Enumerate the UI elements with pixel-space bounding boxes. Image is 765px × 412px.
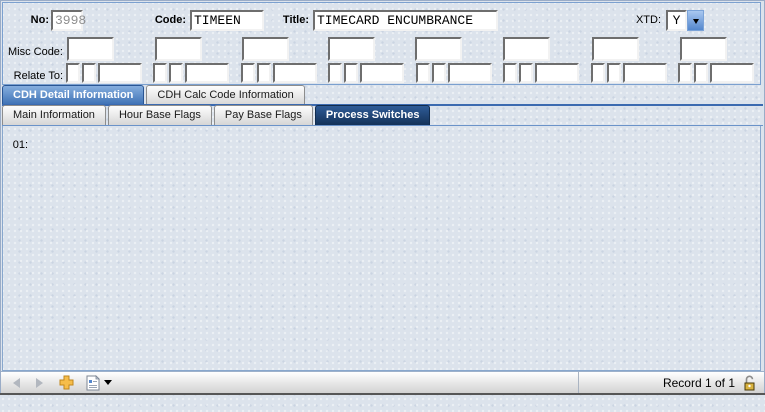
relate-to-field-3-2[interactable] xyxy=(257,63,271,83)
subtab-main-information[interactable]: Main Information xyxy=(2,105,106,125)
relate-to-field-8-2[interactable] xyxy=(694,63,708,83)
relate-to-field-2-3[interactable] xyxy=(185,63,229,83)
relate-to-label: Relate To: xyxy=(5,70,63,82)
relate-to-field-6-1[interactable] xyxy=(503,63,517,83)
misc-code-field-4[interactable] xyxy=(328,37,375,61)
status-bar: Record 1 of 1 xyxy=(1,371,764,393)
xtd-value: Y xyxy=(673,13,681,28)
status-bar-divider xyxy=(578,372,579,393)
relate-to-field-5-1[interactable] xyxy=(416,63,430,83)
relate-to-field-4-2[interactable] xyxy=(344,63,358,83)
record-count: Record 1 of 1 xyxy=(663,376,735,390)
chevron-down-icon xyxy=(104,380,112,389)
relate-to-field-2-2[interactable] xyxy=(169,63,183,83)
misc-code-field-1[interactable] xyxy=(67,37,114,61)
relate-to-field-2-1[interactable] xyxy=(153,63,167,83)
relate-to-group-7 xyxy=(591,63,667,83)
no-field[interactable]: 3998 xyxy=(51,10,83,31)
code-value: TIMEEN xyxy=(194,13,241,28)
relate-to-group-5 xyxy=(416,63,492,83)
relate-to-field-6-3[interactable] xyxy=(535,63,579,83)
misc-code-field-7[interactable] xyxy=(592,37,639,61)
xtd-label: XTD: xyxy=(615,14,661,26)
relate-to-field-8-3[interactable] xyxy=(710,63,754,83)
relate-to-group-2 xyxy=(153,63,229,83)
relate-to-field-4-3[interactable] xyxy=(360,63,404,83)
output-options-button[interactable] xyxy=(86,375,112,391)
relate-to-field-7-3[interactable] xyxy=(623,63,667,83)
title-value: TIMECARD ENCUMBRANCE xyxy=(317,13,473,28)
relate-to-field-7-1[interactable] xyxy=(591,63,605,83)
relate-to-group-4 xyxy=(328,63,404,83)
relate-to-group-8 xyxy=(678,63,754,83)
relate-to-field-4-1[interactable] xyxy=(328,63,342,83)
relate-to-field-6-2[interactable] xyxy=(519,63,533,83)
relate-to-group-3 xyxy=(241,63,317,83)
main-tab-bar: CDH Detail InformationCDH Calc Code Info… xyxy=(2,86,305,105)
misc-code-field-2[interactable] xyxy=(155,37,202,61)
relate-to-field-1-1[interactable] xyxy=(66,63,80,83)
next-record-icon[interactable] xyxy=(36,378,43,388)
subtab-pay-base-flags[interactable]: Pay Base Flags xyxy=(214,105,313,125)
unlock-icon[interactable] xyxy=(743,375,756,391)
switch-row: 01: xyxy=(8,131,28,158)
cdh-header-form: No: 3998 Code: TIMEEN Title: TIMECARD EN… xyxy=(2,2,761,85)
relate-to-group-6 xyxy=(503,63,579,83)
tab-cdh-detail-information[interactable]: CDH Detail Information xyxy=(2,85,144,105)
chevron-down-icon xyxy=(693,19,699,27)
misc-code-label: Misc Code: xyxy=(5,46,63,58)
relate-to-field-3-3[interactable] xyxy=(273,63,317,83)
misc-code-field-5[interactable] xyxy=(415,37,462,61)
xtd-field[interactable]: Y xyxy=(666,10,687,31)
xtd-dropdown-button[interactable] xyxy=(687,10,704,31)
relate-to-field-3-1[interactable] xyxy=(241,63,255,83)
process-switches-grid: 01: xyxy=(0,131,765,374)
misc-code-field-8[interactable] xyxy=(680,37,727,61)
add-record-icon[interactable] xyxy=(59,375,74,390)
window-bottom-edge xyxy=(0,393,765,395)
no-label: No: xyxy=(7,14,49,26)
sub-tab-bar: Main InformationHour Base FlagsPay Base … xyxy=(2,106,430,125)
switch-number: 01: xyxy=(8,139,28,151)
title-label: Title: xyxy=(243,14,309,26)
relate-to-field-8-1[interactable] xyxy=(678,63,692,83)
subtab-hour-base-flags[interactable]: Hour Base Flags xyxy=(108,105,212,125)
switch-column-1: 01: xyxy=(8,131,28,158)
relate-to-field-7-2[interactable] xyxy=(607,63,621,83)
relate-to-field-1-2[interactable] xyxy=(82,63,96,83)
tab-cdh-calc-code-information[interactable]: CDH Calc Code Information xyxy=(146,85,304,105)
subtab-process-switches[interactable]: Process Switches xyxy=(315,105,431,125)
relate-to-group-1 xyxy=(66,63,142,83)
sub-tab-underline xyxy=(2,125,763,126)
misc-code-field-6[interactable] xyxy=(503,37,550,61)
relate-to-field-5-3[interactable] xyxy=(448,63,492,83)
prev-record-icon[interactable] xyxy=(13,378,20,388)
no-value: 3998 xyxy=(55,13,86,28)
title-field[interactable]: TIMECARD ENCUMBRANCE xyxy=(313,10,498,31)
relate-to-field-1-3[interactable] xyxy=(98,63,142,83)
document-icon xyxy=(86,375,100,391)
misc-code-field-3[interactable] xyxy=(242,37,289,61)
code-label: Code: xyxy=(123,14,186,26)
relate-to-field-5-2[interactable] xyxy=(432,63,446,83)
